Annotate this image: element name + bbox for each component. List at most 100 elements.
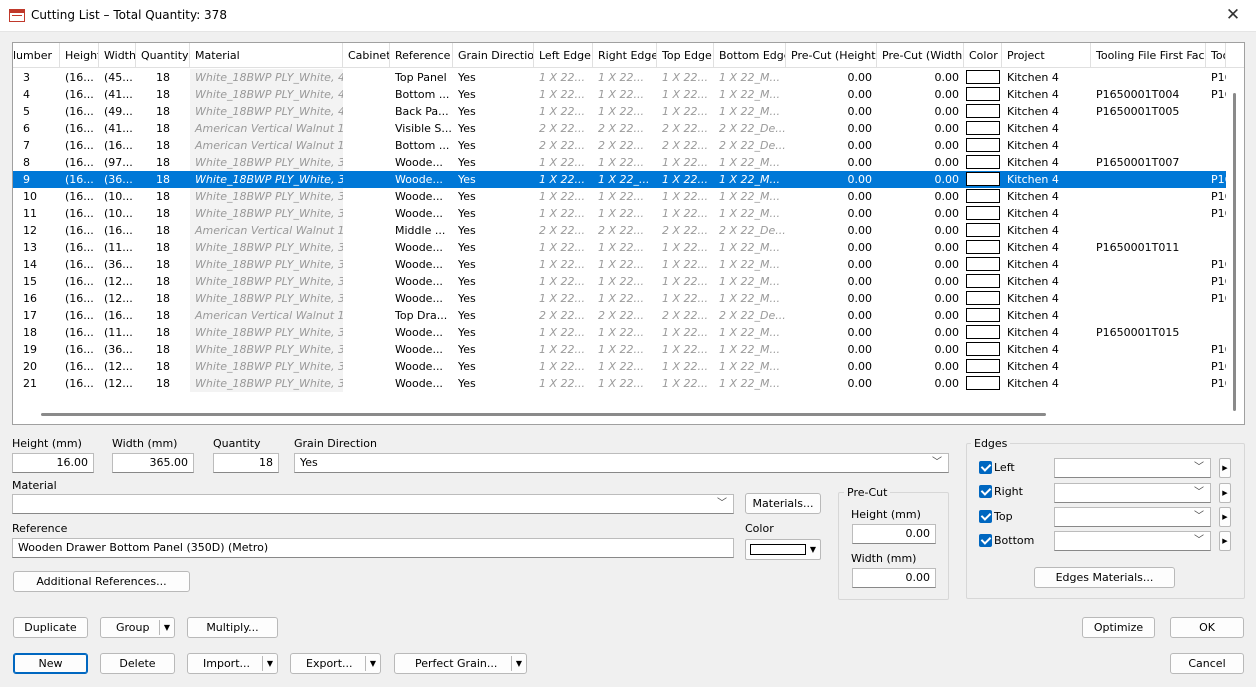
top-edge-cell: 1 X 22... bbox=[662, 156, 709, 169]
col-height-header[interactable]: Height bbox=[60, 43, 99, 68]
pre-cut-title: Pre-Cut bbox=[844, 486, 891, 499]
col-left-edge-header[interactable]: Left Edge bbox=[534, 43, 593, 68]
table-row[interactable]: 5 (16... (49... 18 White_18BWP PLY_White, 4.… bbox=[13, 103, 1226, 120]
precut-width-cell: 0.00 bbox=[934, 275, 960, 288]
color-cell bbox=[964, 205, 1002, 222]
table-row[interactable]: 14 (16... (36... 18 White_18BWP PLY_White, 3… bbox=[13, 256, 1226, 273]
col-top-edge-header[interactable]: Top Edge bbox=[657, 43, 714, 68]
perfect-grain-dropdown-arrow-icon[interactable]: ▼ bbox=[512, 654, 526, 673]
color-cell bbox=[964, 273, 1002, 290]
col-color-header[interactable]: Color bbox=[964, 43, 1002, 68]
col-reference-header[interactable]: Reference bbox=[390, 43, 453, 68]
color-picker[interactable]: ▼ bbox=[745, 539, 821, 560]
bottom-edge-cell: 1 X 22_M... bbox=[719, 275, 781, 288]
pre-cut-height-input[interactable]: 0.00 bbox=[852, 524, 936, 544]
table-row[interactable]: 6 (16... (41... 18 American Vertical Walnut … bbox=[13, 120, 1226, 137]
edges-materials-button[interactable]: Edges Materials... bbox=[1034, 567, 1175, 588]
table-row[interactable]: 9 (16... (36... 18 White_18BWP PLY_White, 3.… bbox=[13, 171, 1226, 188]
table-row[interactable]: 7 (16... (16... 18 American Vertical Walnut … bbox=[13, 137, 1226, 154]
cabinet-cell bbox=[343, 375, 390, 392]
col-right-edge-header[interactable]: Right Edge bbox=[593, 43, 657, 68]
group-dropdown-arrow-icon[interactable]: ▼ bbox=[160, 618, 174, 637]
tooling-2-cell: P16 bbox=[1211, 360, 1226, 373]
duplicate-button[interactable]: Duplicate bbox=[13, 617, 88, 638]
col-width-header[interactable]: Width bbox=[99, 43, 136, 68]
table-row[interactable]: 8 (16... (97... 18 White_18BWP PLY_White, 3.… bbox=[13, 154, 1226, 171]
edge-bottom-checkbox[interactable] bbox=[979, 534, 992, 547]
quantity-cell: 18 bbox=[156, 173, 170, 186]
col-tooling-first-face-header[interactable]: Tooling File First Face bbox=[1091, 43, 1206, 68]
table-row[interactable]: 15 (16... (12... 18 White_18BWP PLY_White, 3… bbox=[13, 273, 1226, 290]
quantity-cell: 18 bbox=[156, 360, 170, 373]
table-row[interactable]: 18 (16... (11... 18 White_18BWP PLY_White, 3… bbox=[13, 324, 1226, 341]
edge-top-arrow-button[interactable]: ▶ bbox=[1219, 507, 1231, 527]
grain-direction-select[interactable]: Yes ﹀ bbox=[294, 453, 949, 473]
col-grain-direction-header[interactable]: Grain Direction bbox=[453, 43, 534, 68]
material-select[interactable]: ﹀ bbox=[12, 494, 734, 514]
edge-top-select[interactable]: ﹀ bbox=[1054, 507, 1211, 527]
table-row[interactable]: 19 (16... (36... 18 White_18BWP PLY_White, 3… bbox=[13, 341, 1226, 358]
col-tooling-2-header[interactable]: Too bbox=[1206, 43, 1226, 68]
table-row[interactable]: 20 (16... (12... 18 White_18BWP PLY_White, 3… bbox=[13, 358, 1226, 375]
table-row[interactable]: 12 (16... (16... 18 American Vertical Walnut… bbox=[13, 222, 1226, 239]
vertical-scroll-thumb[interactable] bbox=[1233, 93, 1236, 411]
table-row[interactable]: 17 (16... (16... 18 American Vertical Walnut… bbox=[13, 307, 1226, 324]
reference-cell: Bottom ... bbox=[395, 88, 450, 101]
optimize-button[interactable]: Optimize bbox=[1082, 617, 1155, 638]
col-project-header[interactable]: Project bbox=[1002, 43, 1091, 68]
col-bottom-edge-header[interactable]: Bottom Edge bbox=[714, 43, 786, 68]
table-row[interactable]: 13 (16... (11... 18 White_18BWP PLY_White, 3… bbox=[13, 239, 1226, 256]
pre-cut-width-input[interactable]: 0.00 bbox=[852, 568, 936, 588]
table-row[interactable]: 21 (16... (12... 18 White_18BWP PLY_White, 3… bbox=[13, 375, 1226, 392]
edge-left-arrow-button[interactable]: ▶ bbox=[1219, 458, 1231, 478]
horizontal-scroll-thumb[interactable] bbox=[41, 413, 1046, 416]
col-number-header[interactable]: lumber bbox=[13, 43, 60, 68]
col-quantity-header[interactable]: Quantity bbox=[136, 43, 190, 68]
table-row[interactable]: 4 (16... (41... 18 White_18BWP PLY_White, 4.… bbox=[13, 86, 1226, 103]
export-dropdown-arrow-icon[interactable]: ▼ bbox=[366, 654, 380, 673]
width-input[interactable]: 365.00 bbox=[112, 453, 194, 473]
table-row[interactable]: 10 (16... (10... 18 White_18BWP PLY_White, 3… bbox=[13, 188, 1226, 205]
import-dropdown-arrow-icon[interactable]: ▼ bbox=[263, 654, 277, 673]
edge-left-select[interactable]: ﹀ bbox=[1054, 458, 1211, 478]
precut-width-cell: 0.00 bbox=[934, 190, 960, 203]
height-input[interactable]: 16.00 bbox=[12, 453, 94, 473]
reference-input[interactable]: Wooden Drawer Bottom Panel (350D) (Metro… bbox=[12, 538, 734, 558]
width-cell: (12... bbox=[104, 377, 133, 390]
group-split-button[interactable]: Group ▼ bbox=[100, 617, 175, 638]
materials-button[interactable]: Materials... bbox=[745, 493, 821, 514]
edge-top-checkbox[interactable] bbox=[979, 510, 992, 523]
perfect-grain-split-button[interactable]: Perfect Grain... ▼ bbox=[394, 653, 527, 674]
col-precut-height-header[interactable]: Pre-Cut (Height) bbox=[786, 43, 877, 68]
precut-height-cell: 0.00 bbox=[847, 122, 873, 135]
edge-bottom-select[interactable]: ﹀ bbox=[1054, 531, 1211, 551]
new-button[interactable]: New bbox=[13, 653, 88, 674]
edge-bottom-arrow-button[interactable]: ▶ bbox=[1219, 531, 1231, 551]
cutting-list-grid[interactable]: lumber Height Width Quantity Material Cabinet… bbox=[12, 42, 1245, 425]
color-swatch bbox=[966, 138, 1000, 152]
multiply-button[interactable]: Multiply... bbox=[187, 617, 278, 638]
additional-references-button[interactable]: Additional References... bbox=[13, 571, 190, 592]
tooling-first-face-cell bbox=[1091, 307, 1206, 324]
col-precut-width-header[interactable]: Pre-Cut (Width) bbox=[877, 43, 964, 68]
cancel-button[interactable]: Cancel bbox=[1170, 653, 1244, 674]
quantity-input[interactable]: 18 bbox=[213, 453, 279, 473]
width-cell: (49... bbox=[104, 105, 133, 118]
ok-button[interactable]: OK bbox=[1170, 617, 1244, 638]
col-cabinet-header[interactable]: Cabinet bbox=[343, 43, 390, 68]
edge-right-select[interactable]: ﹀ bbox=[1054, 483, 1211, 503]
table-row[interactable]: 16 (16... (12... 18 White_18BWP PLY_White, 3… bbox=[13, 290, 1226, 307]
import-split-button[interactable]: Import... ▼ bbox=[187, 653, 278, 674]
color-swatch bbox=[966, 257, 1000, 271]
close-icon[interactable]: ✕ bbox=[1218, 2, 1248, 28]
bottom-edge-cell: 2 X 22_De... bbox=[719, 224, 786, 237]
edge-right-checkbox[interactable] bbox=[979, 485, 992, 498]
tooling-first-face-cell bbox=[1091, 171, 1206, 188]
table-row[interactable]: 11 (16... (10... 18 White_18BWP PLY_White, 3… bbox=[13, 205, 1226, 222]
delete-button[interactable]: Delete bbox=[100, 653, 175, 674]
vertical-scrollbar[interactable] bbox=[1227, 69, 1243, 423]
edge-right-arrow-button[interactable]: ▶ bbox=[1219, 483, 1231, 503]
export-split-button[interactable]: Export... ▼ bbox=[290, 653, 381, 674]
table-row[interactable]: 3 (16... (45... 18 White_18BWP PLY_White, 4.… bbox=[13, 69, 1226, 86]
edge-left-checkbox[interactable] bbox=[979, 461, 992, 474]
